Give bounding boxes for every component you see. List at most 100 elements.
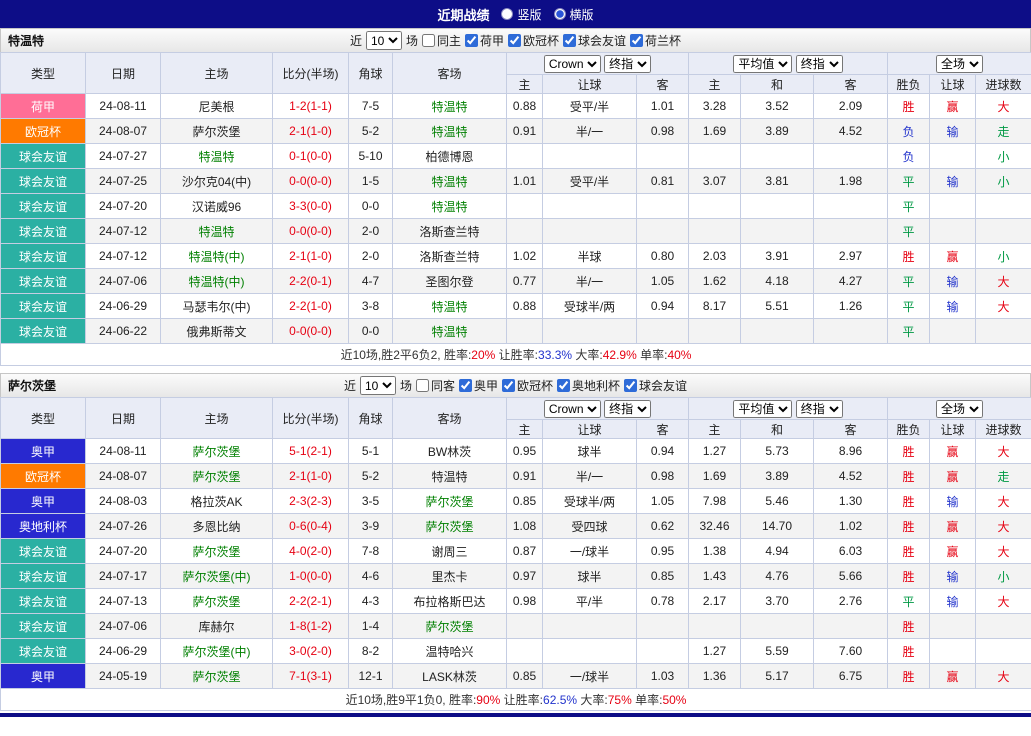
- horizontal-layout-radio[interactable]: [554, 8, 566, 20]
- league-filter[interactable]: 荷兰杯: [630, 32, 681, 49]
- league-filter[interactable]: 荷甲: [465, 32, 504, 49]
- odds-home: 0.87: [507, 539, 543, 564]
- handicap-result: 输: [930, 589, 976, 614]
- match-count-select[interactable]: 10: [360, 376, 396, 395]
- sub-col-header: 让球: [930, 420, 976, 439]
- league-filter[interactable]: 球会友谊: [624, 377, 687, 394]
- league-checkbox[interactable]: [508, 34, 521, 47]
- summary-stat-value: 90%: [476, 693, 500, 707]
- table-row: 球会友谊24-07-06库赫尔1-8(1-2)1-4萨尔茨堡胜: [1, 614, 1031, 639]
- handicap-result: 赢: [930, 244, 976, 269]
- league-checkbox[interactable]: [630, 34, 643, 47]
- odds-final-select[interactable]: 终指: [604, 400, 651, 418]
- match-score: 0-0(0-0): [273, 169, 349, 194]
- odds-group-header: Crown 终指: [507, 398, 689, 420]
- summary-stat-value: 33.3%: [538, 348, 572, 362]
- odds-home: 0.88: [507, 94, 543, 119]
- odds-away: [637, 319, 689, 344]
- layout-option-vertical[interactable]: 竖版: [501, 6, 541, 23]
- same-venue-checkbox[interactable]: [422, 34, 435, 47]
- vertical-layout-radio[interactable]: [501, 8, 513, 20]
- odds-source-select[interactable]: Crown: [544, 400, 601, 418]
- handicap-result: 输: [930, 294, 976, 319]
- handicap: [543, 219, 637, 244]
- match-score: 2-3(2-3): [273, 489, 349, 514]
- table-row: 球会友谊24-06-29马瑟韦尔(中)2-2(1-0)3-8特温特0.88受球半…: [1, 294, 1031, 319]
- corner-score: 5-1: [349, 439, 393, 464]
- odds-away: 0.95: [637, 539, 689, 564]
- table-row: 奥甲24-08-11萨尔茨堡5-1(2-1)5-1BW林茨0.95球半0.941…: [1, 439, 1031, 464]
- league-type: 球会友谊: [1, 269, 86, 294]
- league-checkbox[interactable]: [563, 34, 576, 47]
- result: 平: [888, 294, 930, 319]
- topbar: 近期战绩 竖版 横版: [0, 0, 1031, 28]
- league-type: 球会友谊: [1, 614, 86, 639]
- handicap-result: [930, 144, 976, 169]
- same-venue-filter[interactable]: 同客: [416, 377, 455, 394]
- league-checkbox[interactable]: [624, 379, 637, 392]
- league-filter[interactable]: 欧冠杯: [508, 32, 559, 49]
- league-filter[interactable]: 欧冠杯: [502, 377, 553, 394]
- away-team: 特温特: [393, 169, 507, 194]
- league-filter[interactable]: 奥甲: [459, 377, 498, 394]
- avg-away: 6.03: [814, 539, 888, 564]
- avg-draw: 3.52: [741, 94, 814, 119]
- away-team: 特温特: [393, 119, 507, 144]
- goals-result: 大: [976, 514, 1031, 539]
- league-type: 球会友谊: [1, 219, 86, 244]
- fulltime-select[interactable]: 全场: [936, 400, 983, 418]
- league-checkbox[interactable]: [502, 379, 515, 392]
- handicap-result: [930, 219, 976, 244]
- avg-home: 1.43: [689, 564, 741, 589]
- league-type: 球会友谊: [1, 194, 86, 219]
- home-team: 特温特(中): [161, 269, 273, 294]
- summary-prefix: 近10场,胜9平1负0,: [346, 693, 449, 707]
- handicap-result: 输: [930, 119, 976, 144]
- avg-select[interactable]: 平均值: [733, 55, 792, 73]
- avg-final-select[interactable]: 终指: [796, 55, 843, 73]
- same-venue-filter[interactable]: 同主: [422, 32, 461, 49]
- fulltime-select[interactable]: 全场: [936, 55, 983, 73]
- avg-draw: 5.51: [741, 294, 814, 319]
- sub-col-header: 让球: [930, 75, 976, 94]
- avg-final-select[interactable]: 终指: [796, 400, 843, 418]
- sub-col-header: 和: [741, 420, 814, 439]
- table-row: 球会友谊24-07-17萨尔茨堡(中)1-0(0-0)4-6里杰卡0.97球半0…: [1, 564, 1031, 589]
- vertical-layout-label: 竖版: [517, 6, 541, 23]
- league-checkbox[interactable]: [557, 379, 570, 392]
- matches-table: 类型 日期 主场 比分(半场) 角球 客场 Crown 终指 平均值 终指: [0, 397, 1031, 711]
- league-checkbox[interactable]: [465, 34, 478, 47]
- same-venue-checkbox[interactable]: [416, 379, 429, 392]
- corner-score: 3-5: [349, 489, 393, 514]
- result: 平: [888, 219, 930, 244]
- col-header-home: 主场: [161, 53, 273, 94]
- table-row: 球会友谊24-07-12特温特0-0(0-0)2-0洛斯查兰特平: [1, 219, 1031, 244]
- layout-option-horizontal[interactable]: 横版: [554, 6, 594, 23]
- league-checkbox[interactable]: [459, 379, 472, 392]
- home-team: 特温特(中): [161, 244, 273, 269]
- handicap-result: 赢: [930, 439, 976, 464]
- goals-result: 小: [976, 244, 1031, 269]
- league-filter[interactable]: 球会友谊: [563, 32, 626, 49]
- league-filter[interactable]: 奥地利杯: [557, 377, 620, 394]
- handicap: 平/半: [543, 589, 637, 614]
- handicap: 受四球: [543, 514, 637, 539]
- home-team: 萨尔茨堡: [161, 664, 273, 689]
- summary-stat-label: 单率:: [635, 693, 662, 707]
- summary-row: 近10场,胜9平1负0, 胜率:90% 让胜率:62.5% 大率:75% 单率:…: [1, 689, 1031, 711]
- goals-result: 大: [976, 439, 1031, 464]
- away-team: 特温特: [393, 94, 507, 119]
- avg-home: 32.46: [689, 514, 741, 539]
- avg-draw: 4.18: [741, 269, 814, 294]
- avg-home: 2.17: [689, 589, 741, 614]
- league-label: 奥甲: [474, 377, 498, 394]
- col-header-date: 日期: [86, 53, 161, 94]
- summary-stat-value: 42.9%: [603, 348, 637, 362]
- odds-final-select[interactable]: 终指: [604, 55, 651, 73]
- odds-source-select[interactable]: Crown: [544, 55, 601, 73]
- sub-col-header: 让球: [543, 420, 637, 439]
- match-count-select[interactable]: 10: [366, 31, 402, 50]
- summary-prefix: 近10场,胜2平6负2,: [341, 348, 444, 362]
- avg-select[interactable]: 平均值: [733, 400, 792, 418]
- sub-col-header: 胜负: [888, 420, 930, 439]
